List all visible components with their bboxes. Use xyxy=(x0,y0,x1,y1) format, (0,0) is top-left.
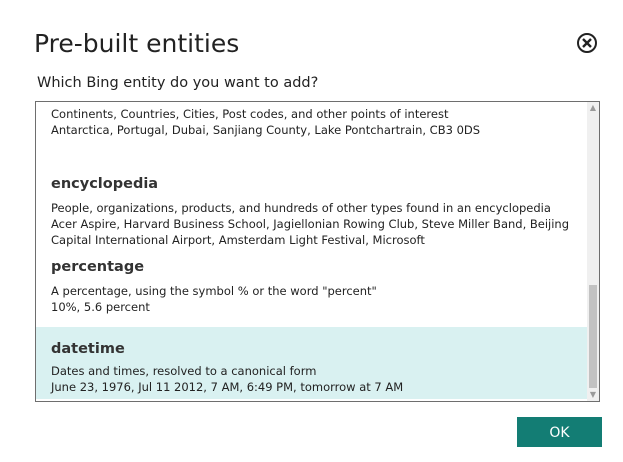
ok-button[interactable]: OK xyxy=(517,417,602,447)
entity-name: encyclopedia xyxy=(51,176,159,192)
entity-name: datetime xyxy=(51,341,125,357)
prebuilt-entities-dialog: Pre-built entities Which Bing entity do … xyxy=(0,0,623,462)
dialog-prompt: Which Bing entity do you want to add? xyxy=(37,75,319,91)
entity-examples: 10%, 5.6 percent xyxy=(51,300,150,314)
entity-examples: Antarctica, Portugal, Dubai, Sanjiang Co… xyxy=(51,123,481,137)
dialog-title: Pre-built entities xyxy=(34,29,240,58)
entity-description: A percentage, using the symbol % or the … xyxy=(51,284,377,298)
list-item-percentage[interactable]: percentage A percentage, using the symbo… xyxy=(36,248,587,327)
scroll-down-icon[interactable]: ▼ xyxy=(587,389,599,401)
entity-description: Continents, Countries, Cities, Post code… xyxy=(51,107,449,121)
close-circle-icon xyxy=(577,33,597,53)
list-item-geography[interactable]: geography Continents, Countries, Cities,… xyxy=(36,102,587,158)
entity-list-content: geography Continents, Countries, Cities,… xyxy=(36,102,587,399)
entity-examples: Acer Aspire, Harvard Business School, Ja… xyxy=(51,217,570,247)
list-item-encyclopedia[interactable]: encyclopedia People, organizations, prod… xyxy=(36,158,587,248)
entity-list[interactable]: geography Continents, Countries, Cities,… xyxy=(35,101,600,402)
close-button[interactable] xyxy=(576,32,598,54)
entity-examples: June 23, 1976, Jul 11 2012, 7 AM, 6:49 P… xyxy=(51,380,404,394)
entity-description: Dates and times, resolved to a canonical… xyxy=(51,364,317,378)
entity-name: percentage xyxy=(51,259,145,275)
list-item-datetime[interactable]: datetime Dates and times, resolved to a … xyxy=(36,327,587,399)
vertical-scrollbar[interactable]: ▲ ▼ xyxy=(587,102,599,401)
scrollbar-thumb[interactable] xyxy=(589,285,597,388)
scroll-up-icon[interactable]: ▲ xyxy=(587,102,599,114)
entity-description: People, organizations, products, and hun… xyxy=(51,201,551,215)
